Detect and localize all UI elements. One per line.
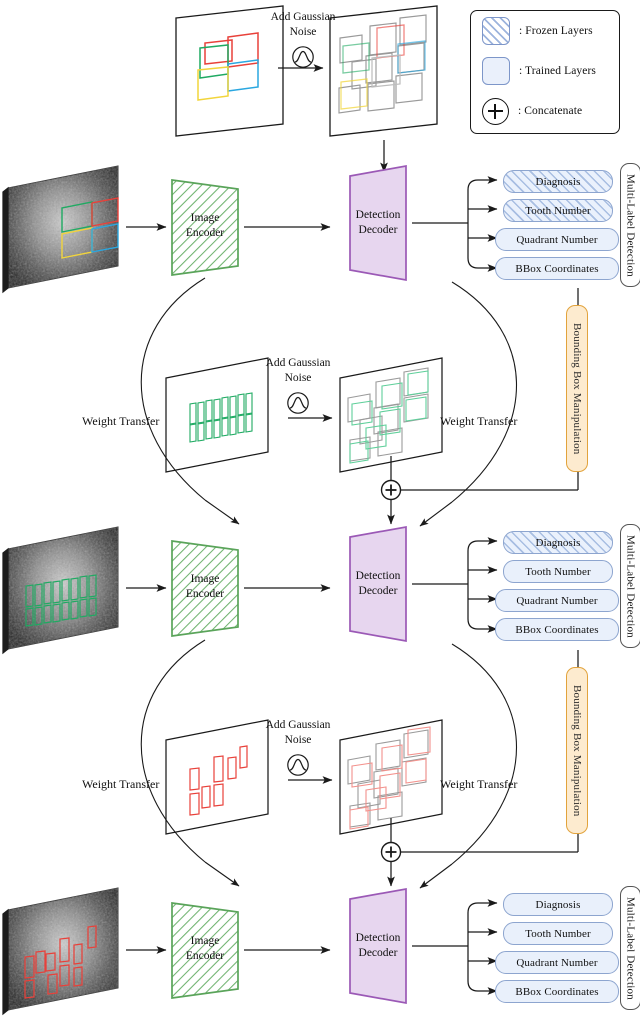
- noise-label-1: Add Gaussian Noise: [270, 11, 336, 38]
- output-chip-diagnosis-1[interactable]: Diagnosis: [503, 170, 613, 193]
- multi-label-detection-badge-2: Multi-Label Detection: [620, 524, 640, 648]
- output-chip-bbox-coordinates-1[interactable]: BBox Coordinates: [495, 257, 619, 280]
- output-chip-diagnosis-3[interactable]: Diagnosis: [503, 893, 613, 916]
- image-encoder-label-1: Image Encoder: [185, 212, 225, 239]
- output-chip-diagnosis-2[interactable]: Diagnosis: [503, 531, 613, 554]
- output-chip-quadrant-number-2[interactable]: Quadrant Number: [495, 589, 619, 612]
- noise-label-3: Add Gaussian Noise: [265, 719, 331, 746]
- output-chip-bbox-coordinates-2[interactable]: BBox Coordinates: [495, 618, 619, 641]
- gaussian-bell-curve-icon-2: [287, 392, 309, 414]
- weight-transfer-label-left-1: Weight Transfer: [82, 414, 160, 428]
- figure-canvas: : Frozen Layers : Trained Layers : Conca…: [0, 0, 640, 1035]
- plus-circle-icon: [482, 97, 509, 125]
- output-chip-tooth-number-1[interactable]: Tooth Number: [503, 199, 613, 222]
- weight-transfer-label-right-1: Weight Transfer: [440, 414, 518, 428]
- detection-decoder-label-2: Detection Decoder: [355, 570, 401, 597]
- output-chip-tooth-number-2[interactable]: Tooth Number: [503, 560, 613, 583]
- gaussian-bell-curve-icon-1: [292, 46, 314, 68]
- detection-decoder-label-3: Detection Decoder: [355, 932, 401, 959]
- bounding-box-manipulation-badge-2: Bounding Box Manipulation: [566, 667, 588, 834]
- image-encoder-label-2: Image Encoder: [185, 573, 225, 600]
- output-chip-quadrant-number-3[interactable]: Quadrant Number: [495, 951, 619, 974]
- frozen-layers-swatch-icon: [482, 17, 510, 45]
- bounding-box-manipulation-badge-1: Bounding Box Manipulation: [566, 305, 588, 472]
- gaussian-bell-curve-icon-3: [287, 754, 309, 776]
- legend-label-frozen: : Frozen Layers: [519, 25, 593, 37]
- multi-label-detection-badge-1: Multi-Label Detection: [620, 163, 640, 287]
- output-chip-quadrant-number-1[interactable]: Quadrant Number: [495, 228, 619, 251]
- image-encoder-label-3: Image Encoder: [185, 935, 225, 962]
- diagram-lineart: [2, 5, 579, 1016]
- legend-label-concatenate: : Concatenate: [518, 105, 583, 117]
- detection-decoder-label-1: Detection Decoder: [355, 209, 401, 236]
- legend-item-concatenate: : Concatenate: [471, 91, 619, 131]
- legend-label-trained: : Trained Layers: [519, 65, 596, 77]
- multi-label-detection-badge-3: Multi-Label Detection: [620, 886, 640, 1010]
- output-chip-tooth-number-3[interactable]: Tooth Number: [503, 922, 613, 945]
- output-chip-bbox-coordinates-3[interactable]: BBox Coordinates: [495, 980, 619, 1003]
- noise-label-2: Add Gaussian Noise: [265, 357, 331, 384]
- legend-box: : Frozen Layers : Trained Layers : Conca…: [470, 10, 620, 134]
- weight-transfer-label-right-2: Weight Transfer: [440, 777, 518, 791]
- legend-item-frozen: : Frozen Layers: [471, 11, 619, 51]
- trained-layers-swatch-icon: [482, 57, 510, 85]
- weight-transfer-label-left-2: Weight Transfer: [82, 777, 160, 791]
- legend-item-trained: : Trained Layers: [471, 51, 619, 91]
